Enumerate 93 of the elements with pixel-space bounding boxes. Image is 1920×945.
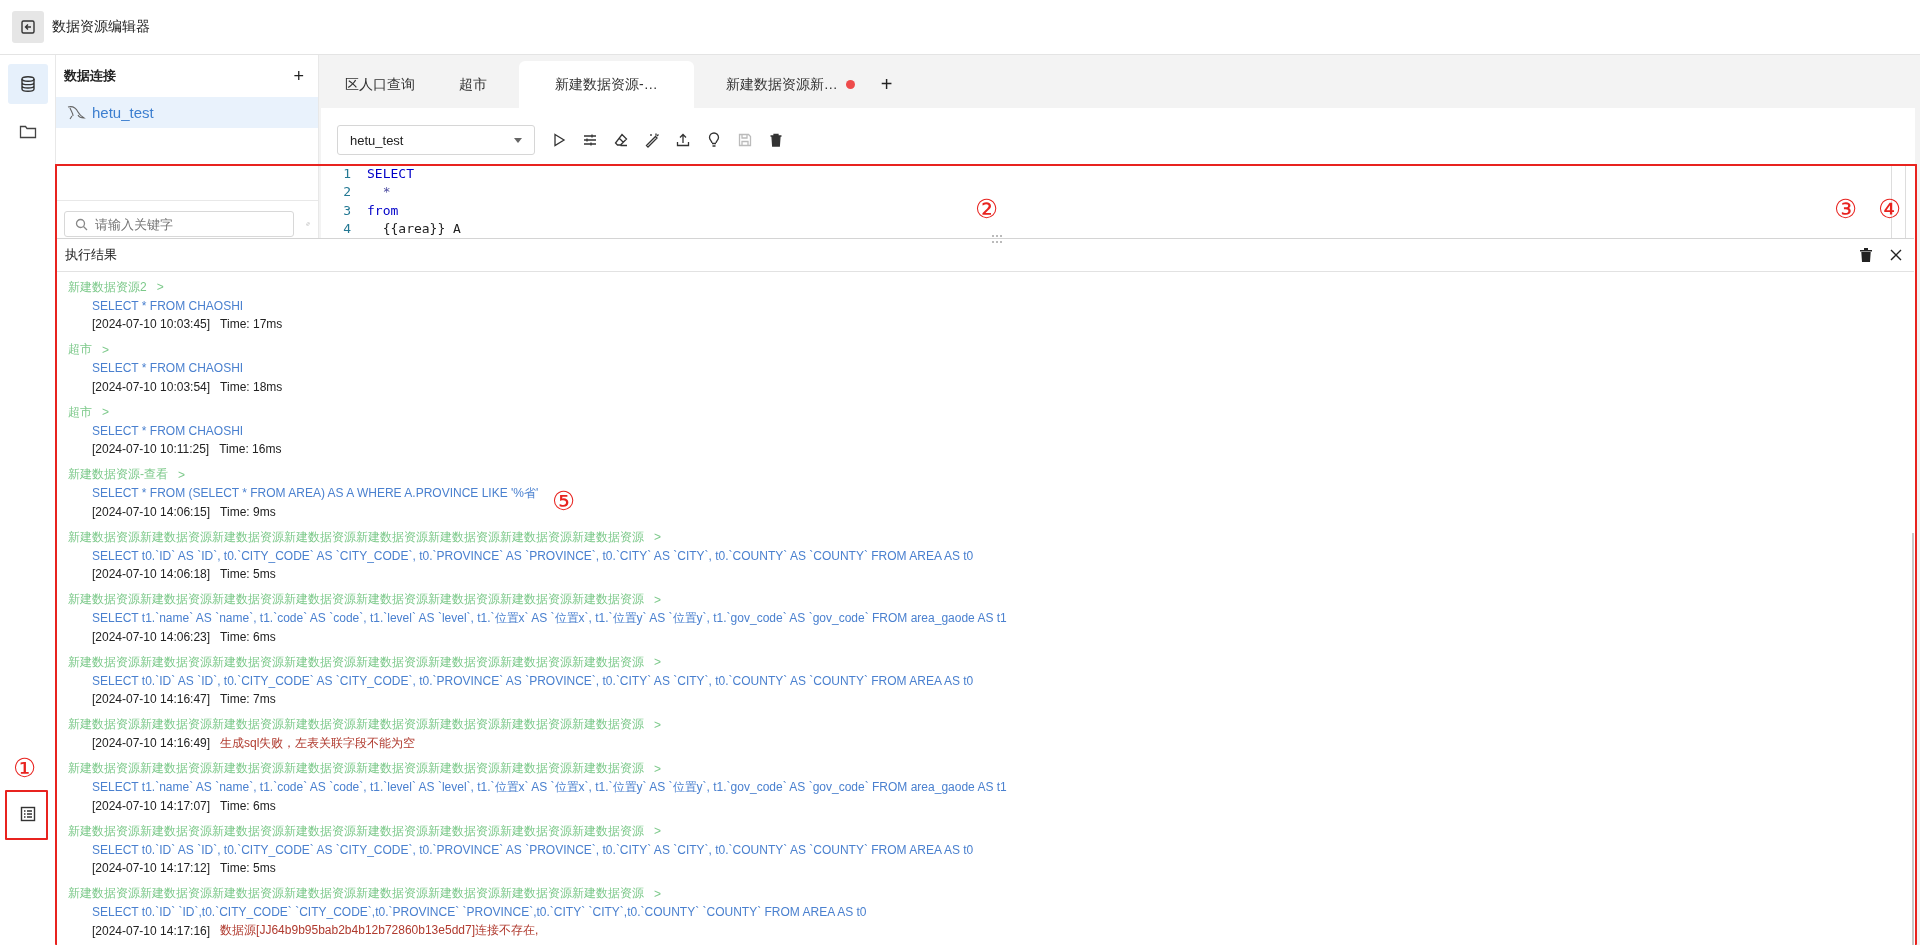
connection-item[interactable]: hetu_test — [56, 97, 318, 128]
source-name: 新建数据资源-查看 — [68, 466, 168, 484]
duration: Time: 9ms — [220, 504, 276, 519]
expand-toggle[interactable]: > — [178, 467, 185, 482]
duration: Time: 18ms — [220, 379, 283, 394]
eraser-icon[interactable] — [612, 131, 630, 149]
expand-toggle[interactable]: > — [654, 530, 661, 545]
scrollbar[interactable] — [1912, 533, 1914, 945]
duration: Time: 5ms — [220, 861, 276, 876]
trash-icon[interactable] — [1860, 248, 1872, 262]
source-name: 超市 — [68, 403, 92, 421]
expand-toggle[interactable]: > — [654, 761, 661, 776]
code-line: from — [367, 202, 399, 218]
add-button[interactable]: + — [289, 65, 308, 87]
panel-title: 执行结果 — [65, 246, 117, 264]
timestamp: [2024-07-10 14:17:07] — [92, 798, 211, 813]
editor-tab[interactable]: 新建数据资源-… — [519, 61, 694, 108]
timestamp: [2024-07-10 14:16:47] — [92, 692, 211, 707]
timestamp: [2024-07-10 14:06:18] — [92, 567, 211, 582]
highlight-frame — [5, 790, 48, 840]
error-message: 数据源[JJ64b9b95bab2b4b12b72860b13e5dd7]连接不存在, — [220, 922, 539, 940]
source-name: 超市 — [68, 341, 92, 359]
source-name: 新建数据资源新建数据资源新建数据资源新建数据资源新建数据资源新建数据资源新建数据资源新建数据资源 — [68, 591, 644, 609]
duration: Time: 17ms — [220, 317, 283, 332]
annotation-number: ④ — [1878, 195, 1902, 223]
annotation-number: ② — [975, 195, 999, 223]
sql-statement: SELECT * FROM CHAOSHI — [92, 360, 244, 378]
dolphin-icon — [66, 103, 86, 122]
sql-statement: SELECT * FROM CHAOSHI — [92, 422, 244, 440]
expand-toggle[interactable]: > — [654, 824, 661, 839]
source-name: 新建数据资源新建数据资源新建数据资源新建数据资源新建数据资源新建数据资源新建数据资源新建数据资源 — [68, 822, 644, 840]
source-name: 新建数据资源新建数据资源新建数据资源新建数据资源新建数据资源新建数据资源新建数据资源新建数据资源 — [68, 528, 644, 546]
timestamp: [2024-07-10 10:03:54] — [92, 379, 211, 394]
timestamp: [2024-07-10 14:16:49] — [92, 736, 211, 751]
sql-statement: SELECT * FROM CHAOSHI — [92, 297, 244, 315]
editor-tab[interactable]: 新建数据资源新… — [703, 61, 877, 108]
sql-statement: SELECT t0.`ID` AS `ID`, t0.`CITY_CODE` AS `CITY_CODE`, t0.`PROVINCE` AS `PROVINCE`, t0.`CITY` AS `CITY`, t0.`COUNTY` AS `COUNTY` FROM AREA AS t0 — [92, 672, 974, 690]
source-name: 新建数据资源2 — [68, 278, 147, 296]
timestamp: [2024-07-10 14:17:12] — [92, 861, 211, 876]
editor-tab[interactable]: 区人口查询 — [323, 61, 437, 108]
duration: Time: 16ms — [219, 442, 282, 457]
annotation-number: ① — [13, 754, 37, 782]
expand-toggle[interactable]: > — [654, 592, 661, 607]
caret-icon — [514, 137, 522, 143]
expand-toggle[interactable]: > — [654, 717, 661, 732]
back-button[interactable] — [12, 11, 44, 43]
search-icon — [75, 218, 88, 231]
sql-statement: SELECT t1.`name` AS `name`, t1.`code` AS `code`, t1.`level` AS `level`, t1.`位置x` AS `位置x`, t1.`位置y` AS `位置y`, t1.`gov_code` AS `gov_code` FROM area_gaode AS t1 — [92, 609, 1007, 627]
expand-toggle[interactable]: > — [102, 405, 109, 420]
timestamp: [2024-07-10 10:11:25] — [92, 442, 210, 457]
error-message: 生成sql失败，左表关联字段不能为空 — [220, 734, 416, 752]
sql-statement: SELECT * FROM (SELECT * FROM AREA) AS A WHERE A.PROVINCE LIKE '%省' — [92, 484, 539, 502]
close-icon[interactable] — [1890, 249, 1902, 261]
line-number: 3 — [342, 202, 351, 218]
sql-statement: SELECT t0.`ID` `ID`,t0.`CITY_CODE` `CITY_CODE`,t0.`PROVINCE` `PROVINCE`,t0.`CITY` `CITY`,t0.`COUNTY` `COUNTY` FROM AREA AS t0 — [92, 904, 867, 922]
code-line: * — [381, 184, 391, 200]
expand-toggle[interactable]: > — [156, 280, 164, 295]
code-line: SELECT — [367, 165, 414, 181]
line-number: 4 — [342, 221, 351, 237]
expand-toggle[interactable]: > — [654, 886, 661, 901]
page-title: 数据资源编辑器 — [52, 18, 150, 36]
panel-title: 数据连接 — [64, 67, 116, 85]
upload-icon[interactable] — [674, 131, 692, 149]
line-number: 1 — [342, 165, 351, 181]
resize-handle[interactable] — [992, 235, 1002, 243]
code-line: {{area}} A — [381, 221, 461, 237]
source-name: 新建数据资源新建数据资源新建数据资源新建数据资源新建数据资源新建数据资源新建数据资源新建数据资源 — [68, 760, 644, 778]
timestamp: [2024-07-10 14:06:15] — [92, 504, 211, 519]
timestamp: [2024-07-10 14:17:16] — [92, 923, 211, 938]
datasource-dropdown[interactable]: hetu_test — [337, 125, 535, 155]
expand-toggle[interactable]: > — [654, 655, 661, 670]
duration: Time: 6ms — [220, 798, 276, 813]
source-name: 新建数据资源新建数据资源新建数据资源新建数据资源新建数据资源新建数据资源新建数据资源新建数据资源 — [68, 716, 644, 734]
editor-tab[interactable]: 超市 — [437, 61, 509, 108]
duration: Time: 7ms — [220, 692, 276, 707]
annotation-number: ⑤ — [552, 487, 576, 515]
sql-statement: SELECT t0.`ID` AS `ID`, t0.`CITY_CODE` AS `CITY_CODE`, t0.`PROVINCE` AS `PROVINCE`, t0.`CITY` AS `CITY`, t0.`COUNTY` AS `COUNTY` FROM AREA AS t0 — [92, 547, 974, 565]
timestamp: [2024-07-10 10:03:45] — [92, 317, 211, 332]
search-field[interactable]: 请输入关键字 — [64, 211, 294, 237]
annotation-number: ③ — [1834, 195, 1858, 223]
timestamp: [2024-07-10 14:06:23] — [92, 629, 211, 644]
duration: Time: 5ms — [220, 567, 276, 582]
sql-statement: SELECT t1.`name` AS `name`, t1.`code` AS `code`, t1.`level` AS `level`, t1.`位置x` AS `位置x`, t1.`位置y` AS `位置y`, t1.`gov_code` AS `gov_code` FROM area_gaode AS t1 — [92, 778, 1007, 796]
database-icon[interactable] — [7, 64, 48, 104]
source-name: 新建数据资源新建数据资源新建数据资源新建数据资源新建数据资源新建数据资源新建数据资源新建数据资源 — [68, 885, 644, 903]
line-number: 2 — [342, 184, 351, 200]
add-tab-button[interactable]: + — [876, 61, 897, 108]
back-icon — [20, 19, 36, 35]
sql-statement: SELECT t0.`ID` AS `ID`, t0.`CITY_CODE` AS `CITY_CODE`, t0.`PROVINCE` AS `PROVINCE`, t0.`CITY` AS `CITY`, t0.`COUNTY` AS `COUNTY` FROM AREA AS t0 — [92, 841, 974, 859]
duration: Time: 6ms — [220, 629, 276, 644]
expand-toggle[interactable]: > — [102, 342, 109, 357]
wand-icon[interactable] — [643, 131, 661, 149]
source-name: 新建数据资源新建数据资源新建数据资源新建数据资源新建数据资源新建数据资源新建数据资源新建数据资源 — [68, 653, 644, 671]
